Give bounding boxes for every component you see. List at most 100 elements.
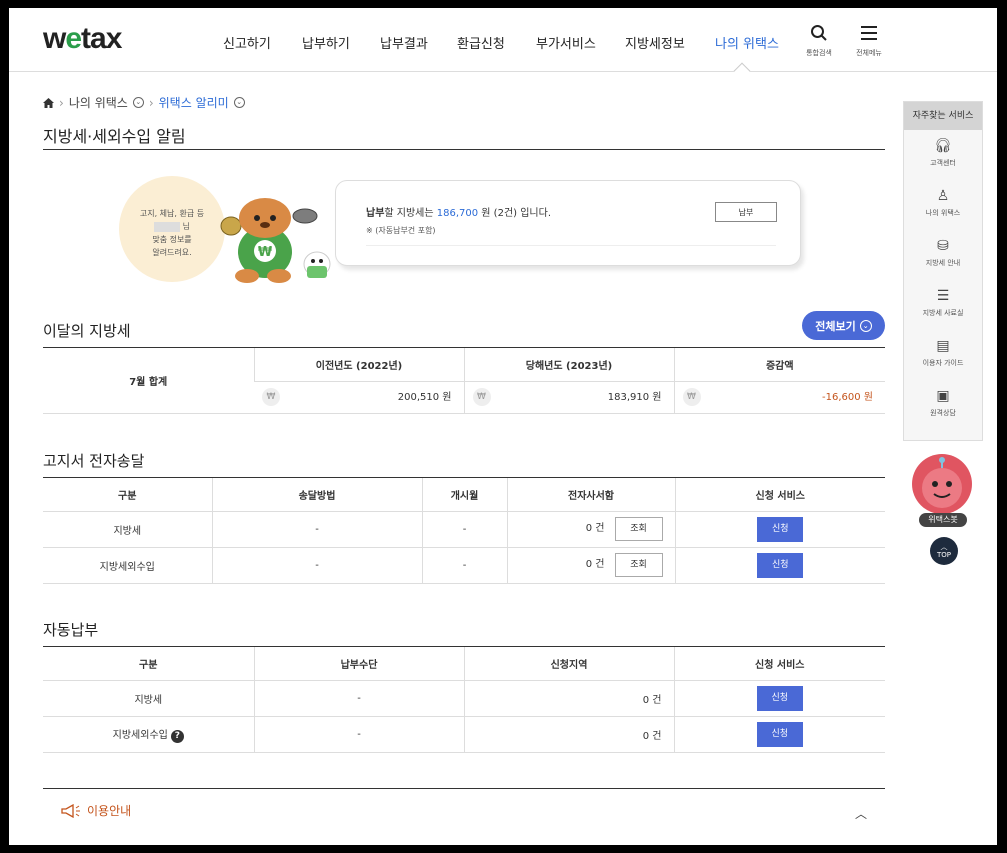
sidebar-item-tax-guide[interactable]: ⛁ 지방세 안내: [904, 230, 982, 280]
sidebar-item-user-guide[interactable]: ▤ 이용자 가이드: [904, 330, 982, 380]
sidebar-item-customer-center[interactable]: 🎧︎ 고객센터: [904, 130, 982, 180]
chevron-down-icon[interactable]: ⌄: [132, 97, 144, 108]
chevron-down-icon: ⌄: [859, 319, 872, 332]
megaphone-icon: [61, 803, 80, 818]
apply-button[interactable]: 신청: [756, 685, 803, 711]
monthly-tax-title: 이달의 지방세: [43, 322, 131, 340]
row-start: -: [421, 547, 507, 584]
sidebar-item-remote-support[interactable]: ▣ 원격상담: [904, 380, 982, 430]
autopay-table: 구분 납부수단 신청지역 신청 서비스 지방세 - 0 건 신청 지방세외수입?…: [43, 647, 885, 753]
this-year-value: ₩183,910 원: [463, 381, 674, 414]
chevron-up-icon[interactable]: ︿: [855, 805, 867, 822]
apply-button[interactable]: 신청: [757, 552, 804, 578]
row-apply: 신청: [673, 716, 885, 753]
breadcrumb-current[interactable]: 위택스 알리미: [159, 94, 229, 111]
wetax-bot-avatar[interactable]: [912, 454, 972, 514]
row-type: 지방세: [43, 511, 212, 548]
col-type: 구분: [43, 478, 212, 512]
chevron-down-icon[interactable]: ⌄: [233, 97, 245, 108]
person-icon: ♙: [936, 188, 950, 204]
chatbot-icon: [922, 457, 962, 508]
all-menu-button[interactable]: 전체메뉴: [847, 24, 891, 58]
help-icon[interactable]: ?: [170, 729, 184, 743]
breadcrumb-my-wetax[interactable]: 나의 위택스: [69, 94, 128, 111]
search-label: 통합검색: [806, 49, 832, 57]
scroll-top-button[interactable]: ︿ TOP: [930, 537, 958, 565]
prev-year-value: ₩200,510 원: [254, 381, 464, 414]
bubble-text-1: 고지, 체납, 환급 등: [139, 209, 205, 218]
month-total-label: 7월 합계: [43, 348, 254, 414]
row-apply: 신청: [673, 680, 885, 717]
sidebar-item-tax-archive[interactable]: ☰ 지방세 사료실: [904, 280, 982, 330]
col-prev-year: 이전년도 (2022년): [253, 348, 464, 382]
wetax-bot-label[interactable]: 위택스봇: [919, 513, 967, 527]
nav-refund[interactable]: 환급신청: [457, 33, 505, 52]
money-bag-icon: ⛁: [937, 238, 949, 254]
svg-text:₩: ₩: [258, 245, 273, 260]
chat-icon: ▤: [936, 338, 950, 354]
breadcrumb: › 나의 위택스 ⌄ › 위택스 알리미 ⌄: [43, 94, 245, 111]
bubble-text-3: 맞춤 정보를: [152, 235, 192, 244]
nav-extra-services[interactable]: 부가서비스: [536, 33, 596, 52]
menu-label: 전체메뉴: [856, 49, 882, 57]
view-all-button[interactable]: 전체보기 ⌄: [802, 311, 885, 340]
row-method: -: [211, 547, 422, 584]
wetax-logo[interactable]: wetax: [43, 22, 122, 56]
row-means: -: [253, 680, 464, 717]
row-apply: 신청: [674, 547, 885, 584]
page-title: 지방세·세외수입 알림: [43, 127, 186, 146]
title-divider: [43, 149, 885, 150]
personalized-info-bubble: 고지, 체납, 환급 등 님 맞춤 정보를 알려드려요.: [119, 176, 225, 282]
table-row: 지방세 - - 0 건 조회 신청: [43, 511, 885, 548]
tax-due-text: 납부할 지방세는 186,700 원 (2건) 입니다.: [366, 208, 552, 219]
apply-button[interactable]: 신청: [757, 516, 804, 542]
row-type: 지방세: [43, 680, 254, 717]
bubble-text-2: 님: [182, 222, 190, 231]
tax-due-amount: 186,700: [436, 208, 479, 219]
inquiry-button[interactable]: 조회: [614, 553, 663, 577]
table-row: 지방세 - 0 건 신청: [43, 680, 885, 717]
sidebar-item-my-wetax[interactable]: ♙ 나의 위택스: [904, 180, 982, 230]
autopay-included-note: ※ (자동납부건 포함): [366, 226, 436, 235]
nav-my-wetax[interactable]: 나의 위택스: [715, 33, 779, 52]
inquiry-button[interactable]: 조회: [614, 517, 663, 541]
bubble-text-4: 알려드려요.: [152, 248, 192, 257]
nav-pay-result[interactable]: 납부결과: [380, 33, 428, 52]
col-mailbox: 전자사서함: [506, 478, 675, 512]
nav-pay[interactable]: 납부하기: [302, 33, 350, 52]
row-count: 0 건: [463, 680, 674, 717]
active-nav-caret: [733, 62, 751, 80]
table-row: 지방세외수입? - 0 건 신청: [43, 716, 885, 753]
nav-local-tax-info[interactable]: 지방세정보: [625, 33, 685, 52]
row-count: 0 건: [463, 716, 674, 753]
headset-icon: 🎧︎: [934, 138, 952, 154]
guide-divider: [43, 788, 885, 789]
usage-guide-label: 이용안내: [87, 804, 132, 818]
search-icon: [811, 25, 827, 41]
pay-button[interactable]: 납부: [715, 202, 777, 222]
col-region: 신청지역: [463, 647, 674, 681]
won-icon: ₩: [682, 388, 701, 406]
search-button[interactable]: 통합검색: [797, 24, 841, 58]
table-row: 지방세외수입 - - 0 건 조회 신청: [43, 547, 885, 584]
tax-due-card: 납부할 지방세는 186,700 원 (2건) 입니다. ※ (자동납부건 포함…: [335, 180, 801, 266]
nav-report[interactable]: 신고하기: [223, 33, 271, 52]
hamburger-icon: [861, 26, 877, 40]
header: wetax 신고하기 납부하기 납부결과 환급신청 부가서비스 지방세정보 나의…: [9, 8, 997, 80]
breadcrumb-separator-icon: ›: [59, 95, 64, 110]
autopay-title: 자동납부: [43, 621, 99, 639]
home-icon[interactable]: [43, 97, 54, 108]
change-value: ₩ -16,600 원: [673, 381, 885, 414]
row-apply: 신청: [674, 511, 885, 548]
row-means: -: [253, 716, 464, 753]
card-divider: [366, 245, 776, 246]
apply-button[interactable]: 신청: [756, 721, 803, 747]
usage-guide-toggle[interactable]: 이용안내: [61, 802, 131, 819]
col-start-month: 개시월: [421, 478, 507, 512]
col-means: 납부수단: [253, 647, 464, 681]
won-icon: ₩: [262, 388, 280, 406]
col-apply-service: 신청 서비스: [674, 478, 885, 512]
col-method: 송달방법: [211, 478, 422, 512]
masked-username: [154, 221, 181, 232]
col-change: 증감액: [673, 348, 885, 382]
